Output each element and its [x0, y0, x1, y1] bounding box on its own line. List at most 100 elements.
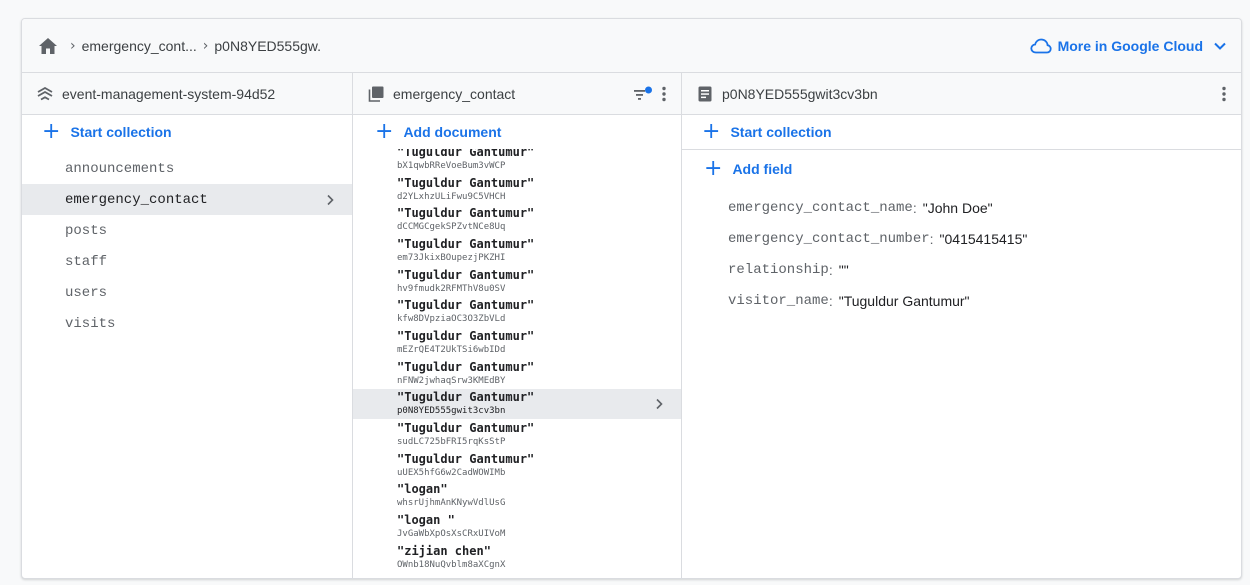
field-key: emergency_contact_name: [728, 199, 913, 216]
document-item-id: bX1qwbRReVoeBum3vWCP: [397, 160, 506, 171]
chevron-right-icon: [653, 398, 665, 410]
field-row-1[interactable]: emergency_contact_number: "0415415415": [728, 223, 1241, 254]
collection-item-4[interactable]: users: [22, 277, 352, 308]
firestore-data-viewer: › emergency_cont... › p0N8YED555gw. More…: [21, 18, 1242, 579]
document-item-id: whsrUjhmAnKNywVdlUsG: [397, 498, 506, 509]
root-panel-header: event-management-system-94d52: [22, 73, 352, 115]
start-collection-button[interactable]: + Start collection: [22, 115, 352, 149]
field-separator: :: [912, 199, 917, 216]
document-item-12[interactable]: "logan " JvGaWbXpOsXsCRxUIVoM: [353, 511, 681, 542]
collection-item-3[interactable]: staff: [22, 246, 352, 277]
chevron-down-icon: [1213, 39, 1227, 53]
document-item-name: "Tuguldur Gantumur": [397, 451, 535, 466]
field-list: emergency_contact_name: "John Doe" emergen…: [682, 188, 1241, 316]
plus-icon: +: [704, 156, 723, 181]
document-item-name: "Tuguldur Gantumur": [397, 298, 535, 313]
more-vert-icon[interactable]: [661, 86, 667, 102]
field-row-2[interactable]: relationship: "": [728, 254, 1241, 285]
document-item-name: "Tuguldur Gantumur": [397, 390, 535, 405]
document-item-id: mEZrQE4T2UkTSi6wbIDd: [397, 344, 506, 355]
document-item-name: "logan": [397, 482, 448, 497]
document-item-name: "Tuguldur Gantumur": [397, 149, 535, 159]
document-item-id: nFNW2jwhaqSrw3KMEdBY: [397, 375, 506, 386]
document-item-id: p0N8YED555gwit3cv3bn: [397, 406, 506, 417]
document-item-id: uUEX5hfG6w2CadWOWIMb: [397, 467, 506, 478]
plus-icon: +: [375, 119, 394, 144]
field-separator: :: [828, 261, 833, 278]
plus-icon: +: [42, 119, 61, 144]
document-item-id: hv9fmudk2RFMThV8u0SV: [397, 283, 506, 294]
document-item-name: "Tuguldur Gantumur": [397, 206, 535, 221]
document-item-6[interactable]: "Tuguldur Gantumur" mEZrQE4T2UkTSi6wbIDd: [353, 327, 681, 358]
breadcrumb-bar: › emergency_cont... › p0N8YED555gw. More…: [22, 19, 1241, 73]
field-key: relationship: [728, 261, 829, 278]
cloud-icon: [1029, 38, 1052, 54]
chevron-right-icon: [324, 194, 336, 206]
document-item-13[interactable]: "zijian chen" OWnb18NuQvblm8aXCgnX: [353, 542, 681, 573]
start-subcollection-label: Start collection: [730, 124, 832, 140]
document-item-0[interactable]: "Tuguldur Gantumur" bX1qwbRReVoeBum3vWCP: [353, 149, 681, 174]
field-key: emergency_contact_number: [728, 230, 930, 247]
collection-item-5[interactable]: visits: [22, 308, 352, 339]
document-item-1[interactable]: "Tuguldur Gantumur" d2YLxhzULiFwu9C5VHCH: [353, 174, 681, 205]
document-item-name: "logan ": [397, 513, 455, 528]
database-icon: [36, 85, 54, 103]
chevron-right-icon: ›: [70, 37, 76, 54]
collection-panel: emergency_contact + Add document "Tuguld…: [352, 73, 681, 578]
collection-item-1[interactable]: emergency_contact: [22, 184, 352, 215]
add-document-label: Add document: [403, 124, 502, 140]
more-vert-icon[interactable]: [1221, 86, 1227, 102]
breadcrumb-document[interactable]: p0N8YED555gw.: [214, 38, 321, 54]
add-document-button[interactable]: + Add document: [353, 115, 681, 149]
collection-item-2[interactable]: posts: [22, 215, 352, 246]
add-field-button[interactable]: + Add field: [682, 150, 1241, 188]
start-collection-label: Start collection: [70, 124, 172, 140]
document-item-id: sudLC725bFRI5rqKsStP: [397, 437, 506, 448]
collection-item-label: staff: [65, 253, 108, 270]
document-item-4[interactable]: "Tuguldur Gantumur" hv9fmudk2RFMThV8u0SV: [353, 266, 681, 297]
document-item-name: "Tuguldur Gantumur": [397, 359, 535, 374]
filter-icon[interactable]: [633, 86, 653, 102]
document-item-2[interactable]: "Tuguldur Gantumur" dCCMGCgekSPZvtNCe8Uq: [353, 204, 681, 235]
field-row-0[interactable]: emergency_contact_name: "John Doe": [728, 192, 1241, 223]
document-panel: p0N8YED555gwit3cv3bn + Start collection …: [681, 73, 1241, 578]
document-panel-header: p0N8YED555gwit3cv3bn: [682, 73, 1241, 115]
document-item-11[interactable]: "logan" whsrUjhmAnKNywVdlUsG: [353, 481, 681, 512]
document-item-id: dCCMGCgekSPZvtNCe8Uq: [397, 222, 506, 233]
document-item-id: OWnb18NuQvblm8aXCgnX: [397, 559, 506, 570]
field-row-3[interactable]: visitor_name: "Tuguldur Gantumur": [728, 285, 1241, 316]
document-item-name: "Tuguldur Gantumur": [397, 236, 535, 251]
document-item-name: "Tuguldur Gantumur": [397, 267, 535, 282]
document-item-5[interactable]: "Tuguldur Gantumur" kfw8DVpziaOC3O3ZbVLd: [353, 296, 681, 327]
breadcrumb-collection[interactable]: emergency_cont...: [82, 38, 197, 54]
field-key: visitor_name: [728, 292, 829, 309]
collection-icon: [367, 85, 385, 103]
root-panel: event-management-system-94d52 + Start co…: [22, 73, 352, 578]
field-value: "0415415415": [939, 230, 1028, 247]
document-item-10[interactable]: "Tuguldur Gantumur" uUEX5hfG6w2CadWOWIMb: [353, 450, 681, 481]
plus-icon: +: [702, 119, 721, 144]
project-title: event-management-system-94d52: [62, 85, 276, 102]
add-field-label: Add field: [732, 161, 793, 177]
more-in-google-cloud-button[interactable]: More in Google Cloud: [1029, 38, 1227, 54]
start-subcollection-button[interactable]: + Start collection: [682, 115, 1241, 149]
collection-item-label: emergency_contact: [65, 191, 208, 208]
document-item-id: JvGaWbXpOsXsCRxUIVoM: [397, 529, 506, 540]
document-item-8[interactable]: "Tuguldur Gantumur" p0N8YED555gwit3cv3bn: [353, 388, 681, 420]
document-item-id: d2YLxhzULiFwu9C5VHCH: [397, 191, 506, 202]
field-separator: :: [828, 292, 833, 309]
chevron-right-icon: ›: [202, 37, 209, 54]
field-value: "Tuguldur Gantumur": [838, 292, 970, 309]
document-item-3[interactable]: "Tuguldur Gantumur" em73JkixBOupezjPKZHI: [353, 235, 681, 266]
collection-item-label: posts: [65, 222, 108, 239]
document-icon: [696, 85, 714, 103]
document-item-name: "Tuguldur Gantumur": [397, 328, 535, 343]
document-item-id: em73JkixBOupezjPKZHI: [397, 252, 506, 263]
document-item-name: "zijian chen": [397, 543, 491, 558]
document-item-9[interactable]: "Tuguldur Gantumur" sudLC725bFRI5rqKsStP: [353, 419, 681, 450]
document-item-7[interactable]: "Tuguldur Gantumur" nFNW2jwhaqSrw3KMEdBY: [353, 358, 681, 389]
home-icon[interactable]: [38, 37, 58, 55]
collection-item-0[interactable]: announcements: [22, 153, 352, 184]
field-separator: :: [929, 230, 934, 247]
document-list-scroll[interactable]: "Tuguldur Gantumur" bX1qwbRReVoeBum3vWCP "…: [353, 149, 681, 578]
